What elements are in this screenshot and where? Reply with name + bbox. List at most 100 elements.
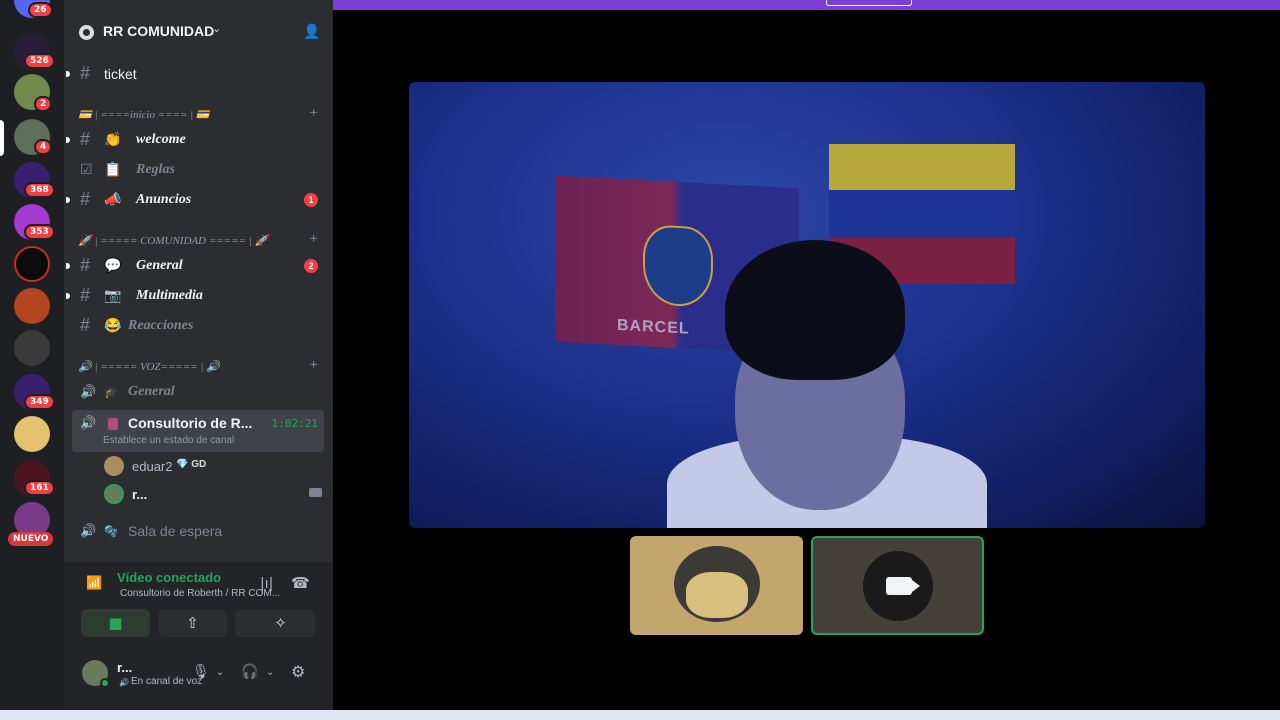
set-status-link[interactable]: Establece un estado de canal [103, 435, 234, 446]
hash-icon: # [80, 315, 91, 335]
hash-icon: # [80, 255, 91, 275]
member-name: r... [132, 487, 148, 502]
speech-bubble-icon: 💬 [104, 257, 122, 273]
chevron-down-icon[interactable]: ⌄ [266, 667, 274, 678]
speaker-icon: 🔊 [80, 523, 97, 538]
clap-icon: 👏 [104, 131, 122, 147]
add-channel-icon[interactable]: + [310, 105, 318, 122]
voice-emoji-icon: 🫧 [104, 526, 118, 538]
category-comunidad[interactable]: 🚀 | ===== COMUNIDAD ===== | 🚀 + [78, 231, 324, 250]
signal-icon[interactable]: 📶 [86, 576, 102, 591]
server-icon[interactable] [14, 246, 50, 282]
add-channel-icon[interactable]: + [310, 231, 318, 248]
category-inicio[interactable]: 💳 | ====inicio ==== | 💳 + [78, 105, 324, 124]
screen-share-button[interactable]: ⇧ [158, 609, 227, 637]
voice-channel-sala[interactable]: 🔊 🫧 Sala de espera [72, 517, 324, 545]
helmet-avatar-icon [674, 546, 760, 622]
noise-suppression-icon[interactable]: |ı| [260, 576, 273, 592]
badge: 26 [28, 2, 53, 18]
voice-member[interactable]: r... [104, 482, 324, 508]
voice-status-subtitle[interactable]: Consultorio de Roberth / RR COM... [120, 588, 280, 599]
main-video-feed[interactable]: BARCEL [409, 82, 1205, 528]
category-label: 🚀 | ===== COMUNIDAD ===== | 🚀 [78, 235, 269, 247]
add-channel-icon[interactable]: + [310, 357, 318, 374]
channel-general[interactable]: # 💬 General 2 [66, 252, 324, 280]
server-header[interactable]: RR COMUNIDAD ⌄ 👤 [64, 14, 333, 50]
category-voz[interactable]: 🔊 | ===== VOZ===== | 🔊 + [78, 357, 324, 376]
participant-tile[interactable] [630, 536, 803, 635]
unread-dot [66, 263, 70, 269]
camera-button[interactable]: ■ [81, 609, 150, 637]
new-badge[interactable]: NUEVO [8, 532, 54, 546]
microphone-icon[interactable]: 🎙 [192, 664, 210, 680]
speaker-icon: 🔊 [80, 416, 97, 431]
channel-reacciones[interactable]: # 😂 Reacciones [72, 312, 324, 340]
channel-ticket[interactable]: # ticket [66, 60, 324, 88]
hash-icon: # [80, 129, 91, 149]
participant-tile-active[interactable] [811, 536, 984, 635]
server-icon[interactable] [14, 288, 50, 324]
speaker-icon: 🔊 [80, 384, 97, 399]
clipboard-icon: 📋 [104, 161, 122, 177]
settings-gear-icon[interactable]: ⚙ [291, 662, 305, 681]
channel-name: Anuncios [136, 192, 192, 207]
badge: 353 [24, 224, 55, 240]
badge: 161 [24, 480, 55, 496]
megaphone-icon: 📣 [104, 191, 122, 207]
chevron-down-icon[interactable]: ⌄ [216, 667, 224, 678]
username[interactable]: r... [117, 660, 132, 675]
top-pill[interactable] [826, 0, 912, 6]
server-name: RR COMUNIDAD [103, 23, 215, 39]
online-status-icon [100, 678, 110, 688]
member-name: eduar2 [132, 459, 173, 474]
avatar [104, 456, 124, 476]
voice-channel-general[interactable]: 🔊 🎓 General [72, 378, 324, 406]
participant-video [667, 240, 1007, 528]
camera-icon: 📷 [104, 287, 122, 303]
channel-emoji-icon [108, 418, 118, 430]
channel-name: ticket [104, 66, 137, 82]
channel-name: Multimedia [136, 288, 203, 303]
unread-dot [66, 71, 70, 77]
server-icon[interactable] [14, 416, 50, 452]
voice-status-title[interactable]: Vídeo conectado [117, 570, 221, 585]
hash-icon: # [80, 63, 91, 83]
avatar [104, 484, 124, 504]
unread-dot [66, 293, 70, 299]
rules-icon: ☑ [80, 161, 93, 177]
badge: 526 [24, 53, 55, 69]
voice-status-icon: 🔊 [119, 678, 129, 687]
add-member-icon[interactable]: 👤 [303, 24, 321, 42]
channel-multimedia[interactable]: # 📷 Multimedia [66, 282, 324, 310]
hash-icon: # [80, 285, 91, 305]
channel-welcome[interactable]: # 👏 welcome [66, 126, 324, 154]
channel-name: General [136, 258, 183, 273]
headphones-icon[interactable]: 🎧 [241, 664, 258, 680]
discord-window: 26 526 2 4 368 353 349 161 NUEVO RR COMU… [0, 0, 1280, 720]
badge: 4 [34, 139, 53, 155]
disconnect-icon[interactable]: ☎ [291, 574, 310, 592]
camera-icon [886, 577, 920, 595]
channel-anuncios[interactable]: # 📣 Anuncios 1 [66, 186, 324, 214]
flag-text: BARCEL [617, 316, 690, 338]
server-icon[interactable] [14, 330, 50, 366]
voice-member[interactable]: eduar2 💎 GD [104, 454, 324, 480]
channel-name: Reglas [136, 162, 175, 177]
active-server-pip [0, 120, 4, 156]
hash-icon: # [80, 189, 91, 209]
category-label: 🔊 | ===== VOZ===== | 🔊 [78, 361, 220, 373]
user-avatar[interactable] [82, 660, 110, 688]
channel-name: welcome [136, 132, 186, 147]
member-tag: 💎 GD [176, 459, 207, 470]
soundboard-button[interactable]: ✧ [246, 609, 315, 637]
badge: 349 [24, 394, 55, 410]
channel-name: Reacciones [128, 318, 194, 333]
badge: 2 [34, 96, 53, 112]
channel-name: Consultorio de R... [128, 415, 253, 431]
voice-emoji-icon: 🎓 [104, 387, 118, 399]
voice-channel-consultorio[interactable]: 🔊 Consultorio de R... 1:02:21 Establece … [72, 410, 324, 452]
call-timer: 1:02:21 [271, 417, 318, 430]
server-rail: 26 526 2 4 368 353 349 161 NUEVO [0, 0, 64, 710]
server-guide-icon [79, 25, 94, 40]
channel-reglas[interactable]: ☑ 📋 Reglas [72, 156, 324, 184]
